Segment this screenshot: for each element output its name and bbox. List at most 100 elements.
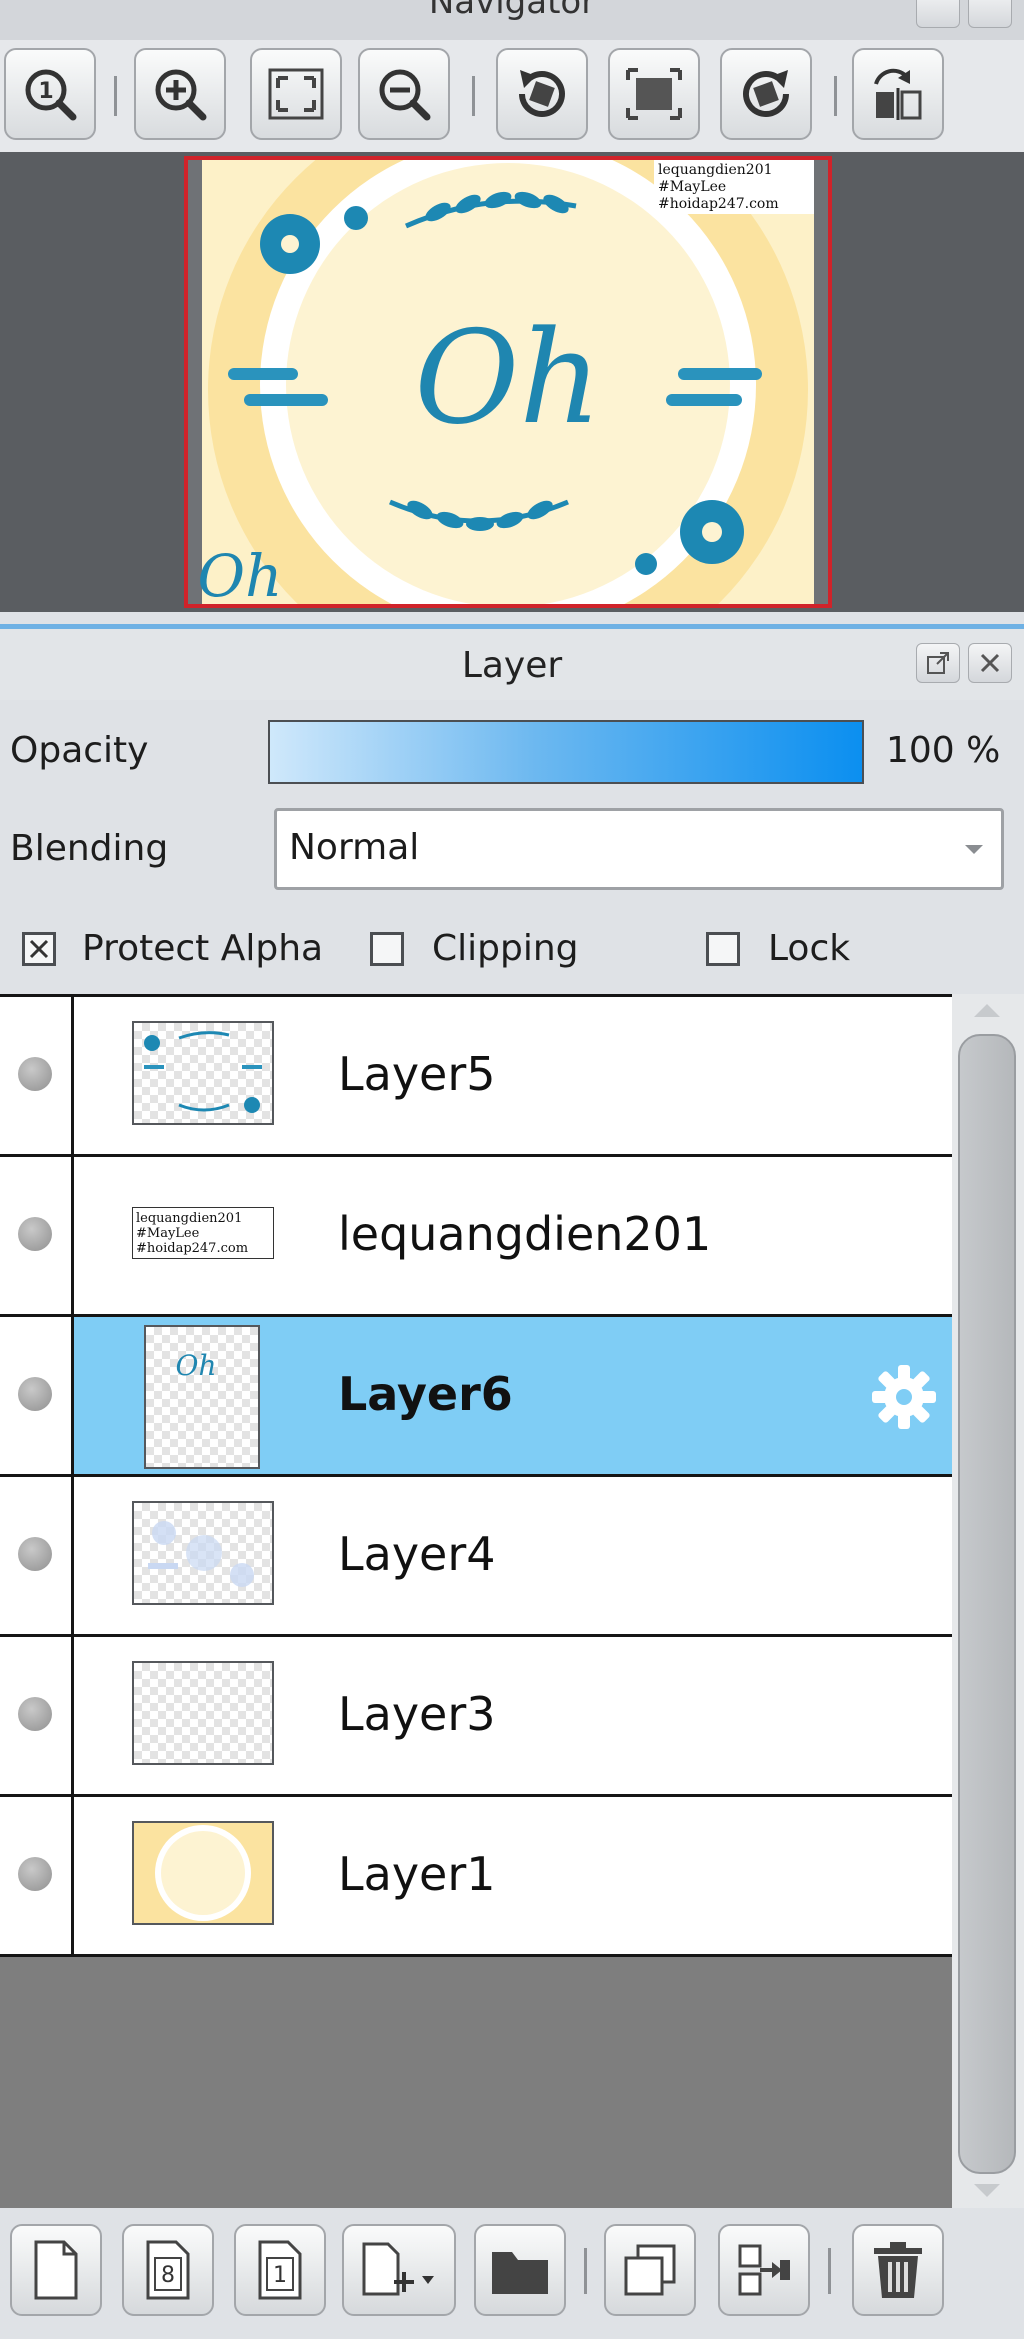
visibility-toggle-icon[interactable] xyxy=(18,1217,52,1251)
visibility-cell[interactable] xyxy=(0,1317,74,1474)
layer-name: Layer1 xyxy=(338,1847,496,1901)
add-layer-menu-button[interactable] xyxy=(342,2224,456,2316)
visibility-toggle-icon[interactable] xyxy=(18,1857,52,1891)
layer-name: Layer4 xyxy=(338,1527,496,1581)
chevron-down-icon xyxy=(965,845,983,854)
zoom-actual-button[interactable]: 1 xyxy=(4,48,96,140)
lock-label: Lock xyxy=(768,928,851,969)
zoom-in-button[interactable] xyxy=(134,48,226,140)
thumb-watermark-line-1: lequangdien201 xyxy=(136,1211,242,1226)
new-1bit-layer-button[interactable]: 1 xyxy=(234,2224,326,2316)
layer-thumbnail xyxy=(132,1501,274,1605)
lock-checkbox[interactable] xyxy=(706,932,740,966)
rotate-right-icon xyxy=(743,70,789,117)
layer-row-body[interactable]: Layer1 xyxy=(74,1797,952,1954)
navigator-undock-button[interactable] xyxy=(916,0,960,28)
visibility-toggle-icon[interactable] xyxy=(18,1697,52,1731)
rotate-right-button[interactable] xyxy=(720,48,812,140)
layer-row-body[interactable]: Oh Layer6 xyxy=(74,1317,952,1474)
layer-row-selected[interactable]: Oh Layer6 xyxy=(0,1317,952,1477)
zoom-out-icon xyxy=(379,69,431,121)
toolbar-separator xyxy=(828,2248,831,2294)
scroll-up-icon[interactable] xyxy=(974,1004,1000,1017)
navigator-title-bar: Navigator xyxy=(0,0,1024,40)
duplicate-layer-button[interactable] xyxy=(604,2224,696,2316)
fit-canvas-icon xyxy=(626,68,682,120)
delete-layer-button[interactable] xyxy=(852,2224,944,2316)
navigator-title: Navigator xyxy=(428,0,596,22)
toolbar-separator xyxy=(584,2248,587,2294)
layer-name: Layer3 xyxy=(338,1687,496,1741)
fit-canvas-button[interactable] xyxy=(608,48,700,140)
visibility-cell[interactable] xyxy=(0,997,74,1154)
layer-row[interactable]: Layer4 xyxy=(0,1477,952,1637)
preview-watermark-line-1: lequangdien201 xyxy=(658,162,773,178)
zoom-in-icon xyxy=(155,69,207,121)
layer-row[interactable]: lequangdien201 #MayLee #hoidap247.com le… xyxy=(0,1157,952,1317)
layer-thumbnail: lequangdien201 #MayLee #hoidap247.com xyxy=(132,1207,274,1259)
opacity-label: Opacity xyxy=(10,730,149,771)
layer-name: Layer5 xyxy=(338,1047,496,1101)
new-folder-button[interactable] xyxy=(474,2224,566,2316)
undock-icon xyxy=(927,652,949,674)
layer-row-body[interactable]: Layer4 xyxy=(74,1477,952,1634)
blending-select[interactable]: Normal xyxy=(274,808,1004,890)
canvas-preview[interactable]: Oh Oh lequangdien201 #MayLee #hoidap247.… xyxy=(184,156,832,608)
visibility-cell[interactable] xyxy=(0,1637,74,1794)
visibility-toggle-icon[interactable] xyxy=(18,1537,52,1571)
preview-watermark-line-3: #hoidap247.com xyxy=(658,196,779,212)
scrollbar-thumb[interactable] xyxy=(958,1034,1016,2174)
layer-row[interactable]: Layer3 xyxy=(0,1637,952,1797)
svg-text:1: 1 xyxy=(38,79,53,104)
flip-horizontal-button[interactable] xyxy=(852,48,944,140)
layer-row-body[interactable]: Layer3 xyxy=(74,1637,952,1794)
preview-center-text: Oh xyxy=(414,304,601,453)
protect-alpha-checkbox[interactable] xyxy=(22,932,56,966)
visibility-toggle-icon[interactable] xyxy=(18,1377,52,1411)
layer-row[interactable]: Layer5 xyxy=(0,997,952,1157)
zoom-out-button[interactable] xyxy=(358,48,450,140)
visibility-cell[interactable] xyxy=(0,1797,74,1954)
visibility-cell[interactable] xyxy=(0,1477,74,1634)
preview-corner-text: Oh xyxy=(198,542,283,604)
protect-alpha-label: Protect Alpha xyxy=(82,928,324,969)
flip-horizontal-icon xyxy=(874,68,922,120)
layer-settings-gear-icon[interactable] xyxy=(866,1359,942,1435)
new-layer-button[interactable] xyxy=(10,2224,102,2316)
thumb-watermark-line-2: #MayLee xyxy=(136,1226,200,1241)
opacity-value: 100 % xyxy=(886,730,1001,771)
scroll-down-icon[interactable] xyxy=(974,2184,1000,2197)
visibility-toggle-icon[interactable] xyxy=(18,1057,52,1091)
rotate-left-icon xyxy=(519,70,565,117)
visibility-cell[interactable] xyxy=(0,1157,74,1314)
layer-row-body[interactable]: Layer5 xyxy=(74,997,952,1154)
navigator-close-button[interactable] xyxy=(968,0,1012,28)
merge-layer-icon xyxy=(738,2244,790,2296)
fit-window-button[interactable] xyxy=(250,48,342,140)
navigator-view[interactable]: Oh Oh lequangdien201 #MayLee #hoidap247.… xyxy=(0,152,1024,612)
merge-layer-button[interactable] xyxy=(718,2224,810,2316)
close-icon xyxy=(980,653,1000,673)
toolbar-separator xyxy=(472,76,475,116)
new-8bit-layer-button[interactable]: 8 xyxy=(122,2224,214,2316)
checkmark-x-icon xyxy=(29,939,49,959)
rotate-left-button[interactable] xyxy=(496,48,588,140)
layer-row[interactable]: Layer1 xyxy=(0,1797,952,1957)
layer-panel-close-button[interactable] xyxy=(968,643,1012,683)
new-layer-icon xyxy=(34,2240,78,2300)
clipping-checkbox[interactable] xyxy=(370,932,404,966)
layer-panel-title-bar: Layer xyxy=(0,624,1024,700)
thumb-watermark-line-3: #hoidap247.com xyxy=(136,1241,248,1256)
layer-toolbar: 8 1 xyxy=(0,2208,1024,2339)
delete-layer-icon xyxy=(874,2242,922,2298)
layer-panel-undock-button[interactable] xyxy=(916,643,960,683)
layer-row-body[interactable]: lequangdien201 #MayLee #hoidap247.com le… xyxy=(74,1157,952,1314)
add-layer-menu-icon xyxy=(362,2242,434,2296)
zoom-actual-icon: 1 xyxy=(25,69,77,121)
opacity-slider[interactable] xyxy=(268,720,864,784)
layer-panel-title: Layer xyxy=(461,645,563,686)
bit-depth-1-label: 1 xyxy=(273,2263,287,2288)
blending-value: Normal xyxy=(289,827,420,868)
layer-thumbnail: Oh xyxy=(144,1325,260,1469)
layer-thumbnail xyxy=(132,1021,274,1125)
